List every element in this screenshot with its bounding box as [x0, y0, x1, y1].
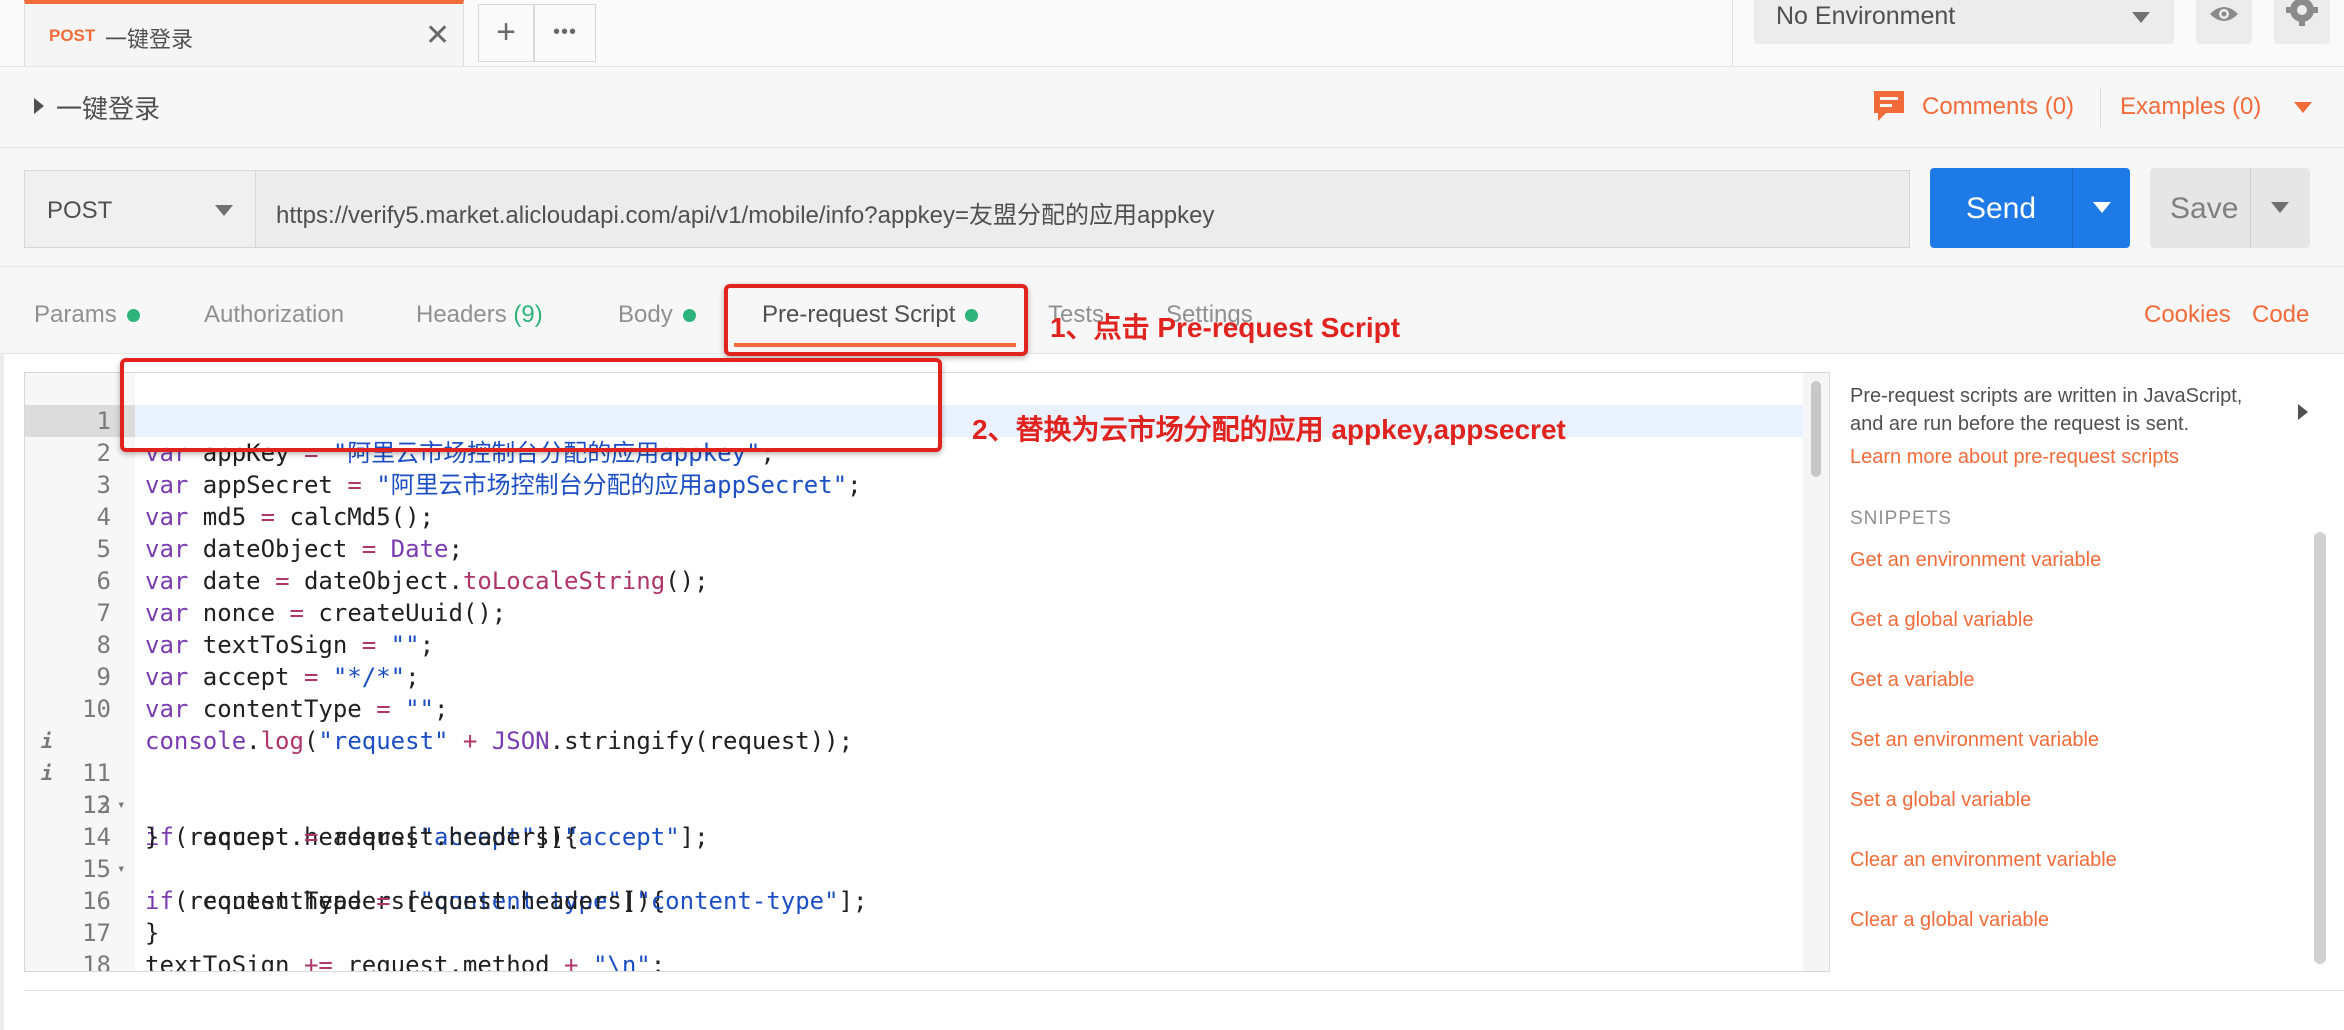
snippet-item[interactable]: Get an environment variable: [1850, 549, 2101, 572]
tab-label: Params: [34, 301, 117, 328]
status-dot: [682, 309, 696, 323]
environment-label: No Environment: [1776, 2, 1956, 30]
method-select[interactable]: POST: [24, 170, 256, 248]
code-line: 6 var nonce = createUuid();: [25, 533, 1803, 627]
tab-authorization[interactable]: Authorization: [204, 301, 344, 329]
snippet-item[interactable]: Get a global variable: [1850, 609, 2033, 632]
snippet-item[interactable]: Set an environment variable: [1850, 729, 2099, 752]
code-line: 5 var date = dateObject.toLocaleString()…: [25, 501, 1803, 595]
code-line: 7 var textToSign = "";: [25, 565, 1803, 659]
code-line: 13 }: [25, 757, 1803, 851]
chevron-down-icon[interactable]: [2294, 102, 2312, 113]
code-link[interactable]: Code: [2252, 301, 2309, 329]
headers-count: (9): [513, 301, 543, 328]
code-line: 8 var accept = "*/*";: [25, 597, 1803, 691]
code-line: 18 textToSign += accept + "\n";: [25, 917, 1803, 971]
send-button[interactable]: Send: [1930, 168, 2130, 248]
annotation-box-pre-request-tab: [724, 284, 1028, 356]
eye-icon: [2210, 7, 2238, 21]
request-name-row: 一键登录 Comments (0) Examples (0): [0, 67, 2344, 148]
tab-label: Headers: [416, 301, 507, 328]
save-label: Save: [2170, 192, 2239, 225]
divider: [2100, 87, 2101, 127]
send-label: Send: [1965, 192, 2037, 225]
chevron-down-icon: [2132, 12, 2150, 23]
environment-select[interactable]: No Environment: [1754, 0, 2174, 44]
divider: [24, 990, 2344, 991]
code-line: i 11 ▾ if(request.headers["accept"]){: [25, 693, 1803, 851]
tab-method-label: POST: [49, 26, 96, 45]
examples-link[interactable]: Examples (0): [2120, 93, 2261, 121]
gear-icon: [2286, 0, 2318, 26]
editor-scrollbar-thumb[interactable]: [1811, 381, 1821, 477]
tab-request-name: 一键登录: [105, 27, 194, 52]
more-tabs-button[interactable]: •••: [534, 4, 596, 62]
method-label: POST: [47, 197, 113, 224]
code-line: 4 var dateObject = Date;: [25, 469, 1803, 563]
comment-icon[interactable]: [1872, 89, 1906, 123]
close-icon[interactable]: ✕: [425, 18, 450, 53]
snippet-item[interactable]: Clear an environment variable: [1850, 849, 2117, 872]
divider: [2250, 168, 2251, 248]
learn-more-link[interactable]: Learn more about pre-request scripts: [1850, 446, 2179, 469]
code-line: 9 var contentType = "";: [25, 629, 1803, 723]
url-input[interactable]: https://verify5.market.alicloudapi.com/a…: [256, 170, 1910, 248]
code-line: 16 }: [25, 853, 1803, 947]
chevron-down-icon[interactable]: [2271, 202, 2289, 213]
tab-label: Body: [618, 301, 673, 328]
status-dot: [126, 309, 140, 323]
chevron-down-icon: [215, 205, 233, 216]
script-editor[interactable]: 1 var appKey = "阿里云市场控制台分配的应用appkey"; 2 …: [24, 372, 1830, 972]
environment-quick-look-button[interactable]: [2196, 0, 2252, 44]
divider: [2072, 168, 2073, 248]
annotation-step-1: 1、点击 Pre-request Script: [1050, 312, 1401, 343]
pre-request-description: Pre-request scripts are written in JavaS…: [1850, 385, 2243, 435]
snippets-heading: SNIPPETS: [1850, 508, 1952, 529]
snippet-item[interactable]: Get a variable: [1850, 669, 1975, 692]
comments-link[interactable]: Comments (0): [1922, 93, 2074, 121]
code-line: 19 textToSign += md5 + "\n";: [25, 949, 1803, 971]
tab-body[interactable]: Body: [618, 301, 696, 329]
code-line: i 12 accept = request.headers["accept"];: [25, 725, 1803, 851]
request-tab[interactable]: POST 一键登录 ✕: [24, 0, 464, 66]
annotation-box-keys: [120, 358, 942, 452]
cookies-link[interactable]: Cookies: [2144, 301, 2231, 329]
code-line: 17 textToSign += request.method + "\n";: [25, 885, 1803, 971]
code-line: 15 contentType = request.headers["conten…: [25, 821, 1803, 915]
snippet-item[interactable]: Clear a global variable: [1850, 909, 2049, 932]
url-bar-row: POST https://verify5.market.alicloudapi.…: [0, 148, 2344, 267]
code-line: 14 ▾ if(request.headers["content-type"])…: [25, 789, 1803, 915]
expand-triangle-icon[interactable]: [34, 98, 44, 114]
manage-environments-button[interactable]: [2274, 0, 2330, 44]
collapse-sidebar-icon[interactable]: [2298, 404, 2308, 420]
tab-params[interactable]: Params: [34, 301, 140, 329]
divider: [1732, 0, 1733, 66]
tab-headers[interactable]: Headers (9): [416, 301, 543, 329]
snippet-item[interactable]: Set a global variable: [1850, 789, 2031, 812]
chevron-down-icon[interactable]: [2093, 202, 2111, 213]
new-tab-button[interactable]: +: [478, 4, 534, 62]
tab-strip: POST 一键登录 ✕ + ••• No Environment: [0, 0, 2344, 67]
request-name[interactable]: 一键登录: [56, 89, 160, 126]
annotation-step-2: 2、替换为云市场分配的应用 appkey,appsecret: [972, 414, 1566, 445]
code-line: 10 console.log("request" + JSON.stringif…: [25, 661, 1803, 755]
save-button[interactable]: Save: [2150, 168, 2310, 248]
sidebar-scrollbar[interactable]: [2314, 532, 2326, 964]
